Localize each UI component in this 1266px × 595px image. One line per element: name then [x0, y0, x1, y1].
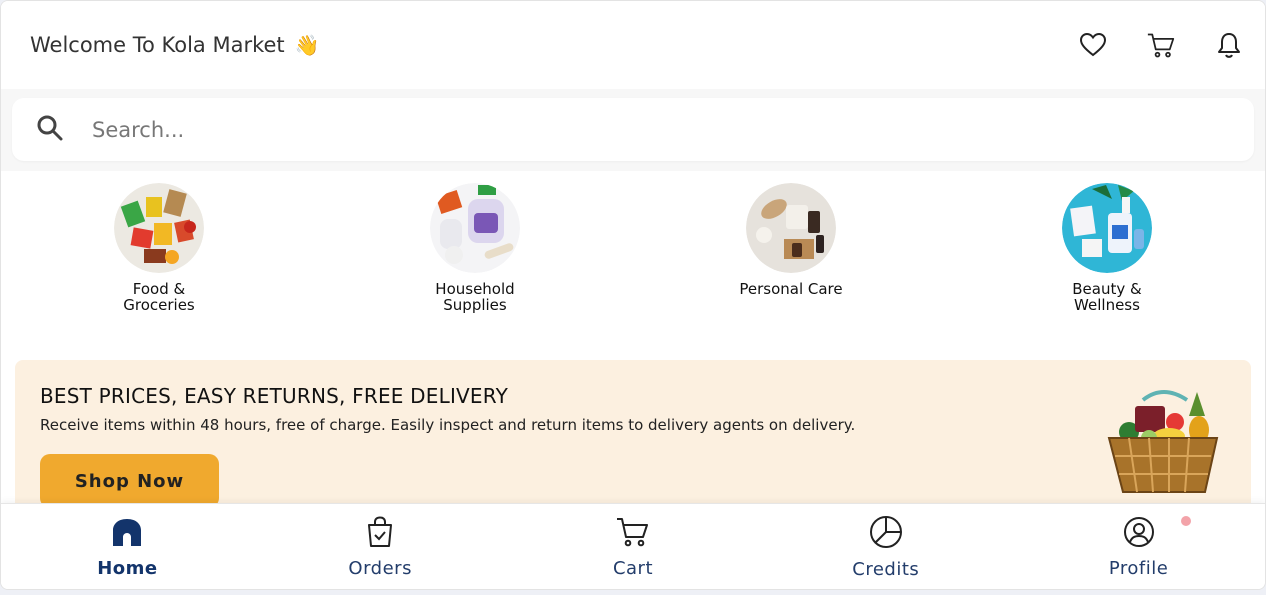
grocery-basket-image	[1089, 386, 1229, 506]
beauty-image	[1062, 183, 1152, 273]
nav-cart[interactable]: Cart	[507, 504, 760, 589]
banner-heading: BEST PRICES, EASY RETURNS, FREE DELIVERY	[40, 384, 508, 408]
bell-icon[interactable]	[1215, 31, 1243, 59]
nav-label-home: Home	[97, 558, 158, 579]
shop-now-button[interactable]: Shop Now	[40, 454, 219, 508]
household-image	[430, 183, 520, 273]
category-personal-care[interactable]: Personal Care	[633, 173, 949, 353]
header: Welcome To Kola Market 👋	[1, 1, 1265, 89]
promo-banner: BEST PRICES, EASY RETURNS, FREE DELIVERY…	[15, 360, 1251, 520]
cart-icon[interactable]	[1147, 31, 1175, 59]
category-beauty-wellness[interactable]: Beauty & Wellness	[949, 173, 1265, 353]
search-input[interactable]	[92, 117, 1230, 142]
groceries-image	[114, 183, 204, 273]
nav-label-credits: Credits	[852, 559, 920, 580]
nav-profile[interactable]: Profile	[1012, 504, 1265, 589]
nav-label-cart: Cart	[612, 558, 654, 579]
orders-icon	[366, 516, 394, 552]
nav-label-profile: Profile	[1108, 558, 1169, 579]
user-icon	[1123, 516, 1155, 552]
heart-icon[interactable]	[1079, 31, 1107, 59]
category-list: Food & Groceries Household Supplies Pers…	[1, 173, 1265, 353]
category-label: Household Supplies	[435, 280, 515, 314]
cart-icon	[616, 516, 650, 552]
page-title: Welcome To Kola Market	[30, 33, 285, 57]
search-area	[1, 89, 1265, 171]
search-icon	[36, 114, 64, 146]
category-household-supplies[interactable]: Household Supplies	[317, 173, 633, 353]
header-actions	[1079, 31, 1243, 59]
category-label: Beauty & Wellness	[1072, 280, 1142, 314]
pie-chart-icon	[869, 515, 903, 553]
nav-home[interactable]: Home	[1, 504, 254, 589]
app-window: Welcome To Kola Market 👋 Search... Food …	[0, 0, 1266, 590]
nav-label-orders: Orders	[348, 558, 412, 579]
wave-emoji: 👋	[294, 33, 320, 57]
banner-text: Receive items within 48 hours, free of c…	[40, 416, 856, 434]
welcome-title: Welcome To Kola Market 👋	[30, 33, 320, 57]
home-icon	[111, 516, 143, 552]
search-bar[interactable]	[12, 98, 1254, 161]
category-label: Food & Groceries	[123, 280, 195, 314]
nav-credits[interactable]: Credits	[759, 504, 1012, 589]
notification-dot	[1180, 516, 1191, 526]
category-label: Personal Care	[739, 280, 843, 298]
bottom-navigation: Home Orders Cart Credits Profile	[1, 503, 1265, 589]
category-food-groceries[interactable]: Food & Groceries	[1, 173, 317, 353]
personal-care-image	[746, 183, 836, 273]
nav-orders[interactable]: Orders	[254, 504, 507, 589]
